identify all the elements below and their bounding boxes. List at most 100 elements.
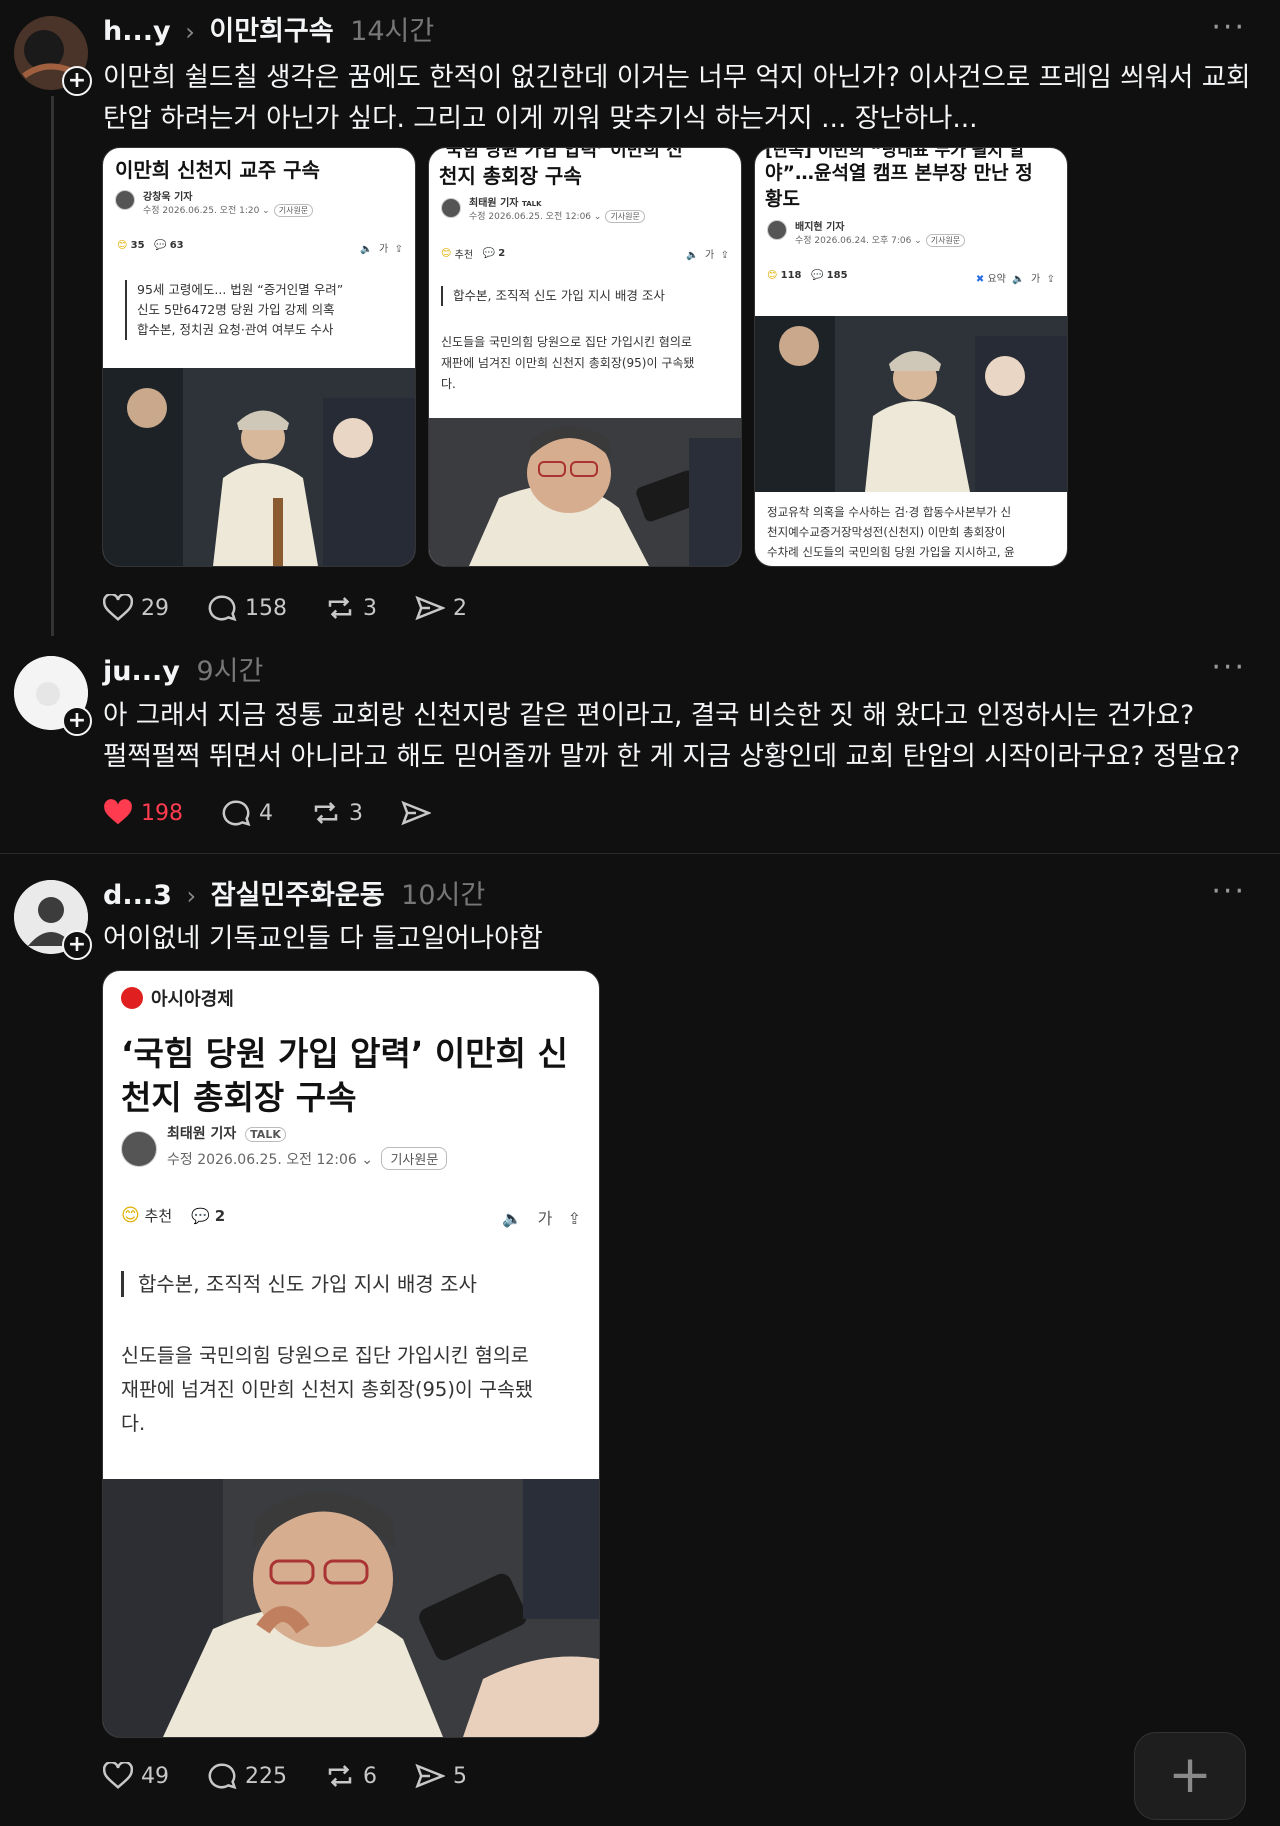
timestamp: 14시간 [350, 16, 435, 47]
repost-count: 3 [363, 595, 377, 621]
username[interactable]: d...3 [103, 880, 172, 911]
reply-button[interactable]: 158 [207, 594, 287, 622]
post-header: ju...y 9시간 [103, 654, 263, 690]
follow-plus-icon[interactable]: + [62, 66, 92, 96]
topic-tag[interactable]: 이만희구속 [209, 16, 333, 47]
follow-plus-icon[interactable]: + [62, 706, 92, 736]
follow-plus-icon[interactable]: + [62, 930, 92, 960]
like-count: 49 [141, 1763, 169, 1789]
reply-button[interactable]: 225 [207, 1762, 287, 1790]
article-title-line1: 야”…윤석열 캠프 본부장 만난 정 [765, 162, 1033, 184]
comment-icon [208, 1763, 237, 1790]
share-button[interactable]: 5 [415, 1762, 467, 1790]
article-title-line2: 천지 총회장 구속 [121, 1078, 357, 1117]
article-tools: 🔈 가 ⇪ [502, 1209, 581, 1228]
article-photo [103, 1479, 599, 1737]
photo-caption: 정교유착 의혹을 수사하는 검·경 합동수사본부가 신 천지예수교증거장막성전(… [767, 505, 1015, 559]
repost-count: 6 [363, 1763, 377, 1789]
article-summary: 합수본, 조직적 신도 가입 지시 배경 조사 [121, 1271, 477, 1297]
article-body: 신도들을 국민의힘 당원으로 집단 가입시킨 혐의로 재판에 넘겨진 이만희 신… [121, 1344, 533, 1435]
like-button[interactable]: 29 [103, 594, 169, 622]
share-button[interactable] [401, 799, 439, 827]
reaction-bar: 😊 추천 💬 2 [121, 1205, 226, 1226]
more-options-icon[interactable]: ··· [1211, 650, 1246, 685]
article-title: 천지 총회장 구속 [439, 164, 582, 188]
article-title-line2: 황도 [765, 188, 800, 210]
thread-line [51, 96, 54, 636]
article-body: 신도들을 국민의힘 당원으로 집단 가입시킨 혐의로 재판에 넘겨진 이만희 신… [441, 335, 695, 391]
article-photo [103, 368, 415, 566]
more-options-icon[interactable]: ··· [1211, 874, 1246, 909]
article-tools: ✖ 요약 🔈 가 ⇪ [975, 274, 1055, 285]
reaction-bar: 😊 추천 💬 2 [441, 248, 506, 261]
repost-icon [314, 802, 338, 824]
like-button[interactable]: 198 [103, 799, 183, 827]
article-summary: 95세 고령에도... 법원 “증거인멸 우려” 신도 5만6472명 당원 가… [125, 280, 343, 340]
topic-tag[interactable]: 잠실민주화운동 [211, 880, 385, 911]
article-image-4[interactable]: 아시아경제 ‘국힘 당원 가입 압력’ 이만희 신 천지 총회장 구속 최태원 … [102, 970, 600, 1738]
chevron-right-icon: › [186, 882, 197, 910]
post-text: 아 그래서 지금 정통 교회랑 신천지랑 같은 편이라고, 결국 비슷한 짓 해… [103, 700, 1241, 772]
send-icon [415, 1763, 445, 1789]
article-meta: 최태원 기자 TALK 수정 2026.06.25. 오전 12:06 ⌄ 기사… [167, 1123, 448, 1170]
post-actions: 49 225 6 5 [103, 1758, 505, 1794]
post-text: 이만희 쉴드칠 생각은 꿈에도 한적이 없긴한데 이거는 너무 억지 아닌가? … [103, 62, 1251, 134]
reporter-avatar [767, 220, 787, 240]
reaction-bar: 😊 118 💬 185 [767, 270, 848, 281]
article-tools: 🔈 가 ⇪ [686, 250, 729, 261]
comment-icon [208, 595, 237, 622]
comment-icon [222, 800, 251, 827]
article-tools: 🔈 가 ⇪ [360, 244, 403, 255]
article-meta: 강창욱 기자 수정 2026.06.25. 오전 1:20 ⌄ 기사원문 [143, 188, 314, 217]
heart-filled-icon [104, 799, 132, 825]
reply-count: 4 [259, 800, 273, 826]
username[interactable]: h...y [103, 16, 171, 47]
reporter-avatar [115, 190, 135, 210]
share-button[interactable]: 2 [415, 594, 467, 622]
heart-icon [103, 1762, 133, 1789]
repost-icon [328, 1765, 352, 1787]
article-meta: 최태원 기자 TALK 수정 2026.06.25. 오전 12:06 ⌄ 기사원… [469, 194, 645, 223]
more-options-icon[interactable]: ··· [1211, 10, 1246, 45]
post-actions: 29 158 3 2 [103, 590, 505, 626]
chevron-right-icon: › [185, 18, 195, 46]
username[interactable]: ju...y [103, 656, 180, 687]
new-post-fab-button[interactable]: + [1134, 1732, 1246, 1820]
post-header: d...3 › 잠실민주화운동 10시간 [103, 878, 485, 914]
article-meta: 배지현 기자 수정 2026.06.24. 오후 7:06 ⌄ 기사원문 [795, 218, 966, 247]
repost-button[interactable]: 6 [325, 1762, 377, 1790]
like-button[interactable]: 49 [103, 1762, 169, 1790]
repost-icon [328, 597, 352, 619]
timestamp: 9시간 [196, 656, 264, 687]
source-logo-icon [121, 987, 143, 1009]
post-text: 어이없네 기독교인들 다 들고일어나야함 [103, 923, 543, 954]
like-count: 198 [141, 800, 183, 826]
reaction-bar: 😊 35 💬 63 [117, 240, 184, 251]
article-photo [429, 418, 741, 566]
reply-count: 158 [245, 595, 287, 621]
reply-button[interactable]: 4 [221, 799, 273, 827]
heart-icon [103, 594, 133, 621]
article-photo [755, 316, 1067, 492]
share-count: 2 [453, 595, 467, 621]
send-icon [415, 595, 445, 621]
article-image-3[interactable]: [단독] 이만희 “당대표 누가 될지 알 야”…윤석열 캠프 본부장 만난 정… [754, 147, 1068, 567]
post-header: h...y › 이만희구속 14시간 [103, 14, 434, 50]
post-actions: 198 4 3 [103, 795, 477, 831]
article-image-1[interactable]: 이만희 신천지 교주 구속 강창욱 기자 수정 2026.06.25. 오전 1… [102, 147, 416, 567]
repost-button[interactable]: 3 [325, 594, 377, 622]
reporter-avatar [121, 1131, 157, 1167]
article-title: 이만희 신천지 교주 구속 [115, 158, 320, 182]
article-title-line1: ‘국힘 당원 가입 압력’ 이만희 신 [121, 1034, 568, 1073]
send-icon [401, 800, 431, 826]
article-image-2[interactable]: ‘국힘 당원 가입 압력’ 이만희 신 천지 총회장 구속 최태원 기자 TAL… [428, 147, 742, 567]
repost-button[interactable]: 3 [311, 799, 363, 827]
like-count: 29 [141, 595, 169, 621]
timestamp: 10시간 [401, 880, 486, 911]
share-count: 5 [453, 1763, 467, 1789]
reporter-avatar [441, 198, 461, 218]
repost-count: 3 [349, 800, 363, 826]
news-source: 아시아경제 [121, 985, 234, 1011]
post-divider [0, 853, 1280, 854]
article-summary: 합수본, 조직적 신도 가입 지시 배경 조사 [441, 286, 665, 306]
